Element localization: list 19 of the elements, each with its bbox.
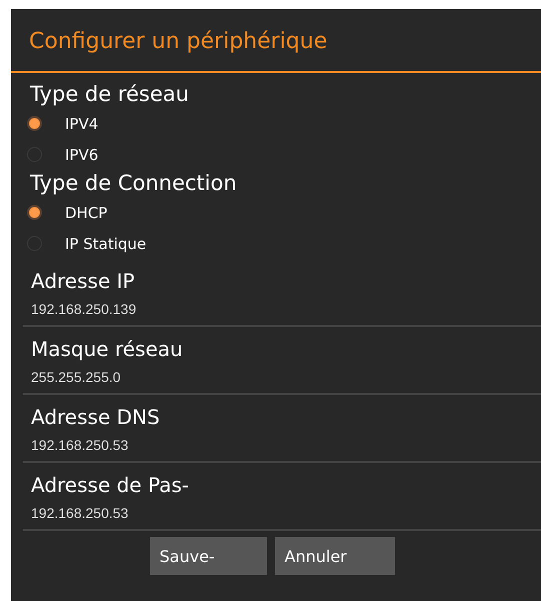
field-label: Adresse de Pas- bbox=[30, 472, 190, 499]
field-label: Masque réseau bbox=[30, 336, 184, 363]
input-field[interactable]: 192.168.250.139 bbox=[23, 295, 541, 327]
input-field[interactable]: 255.255.255.0 bbox=[23, 363, 541, 395]
option-label: IPV4 bbox=[65, 114, 98, 132]
input-field[interactable]: 192.168.250.53 bbox=[23, 431, 541, 463]
group-label: Type de réseau bbox=[29, 81, 190, 108]
group-label: Type de Connection bbox=[29, 170, 238, 197]
field-label: Adresse IP bbox=[30, 268, 136, 295]
radio-button[interactable] bbox=[27, 116, 42, 131]
cancel-button[interactable]: Annuler bbox=[274, 537, 394, 575]
save-button[interactable]: Sauve- bbox=[150, 537, 266, 575]
field-label: Adresse DNS bbox=[30, 404, 161, 431]
radio-button[interactable] bbox=[27, 205, 42, 220]
option-label: IPV6 bbox=[65, 146, 98, 164]
option-label: DHCP bbox=[65, 204, 108, 222]
option-label: IP Statique bbox=[65, 234, 146, 252]
dialog-title: Configurer un périphérique bbox=[28, 28, 328, 56]
input-field[interactable]: 192.168.250.53 bbox=[23, 499, 541, 531]
